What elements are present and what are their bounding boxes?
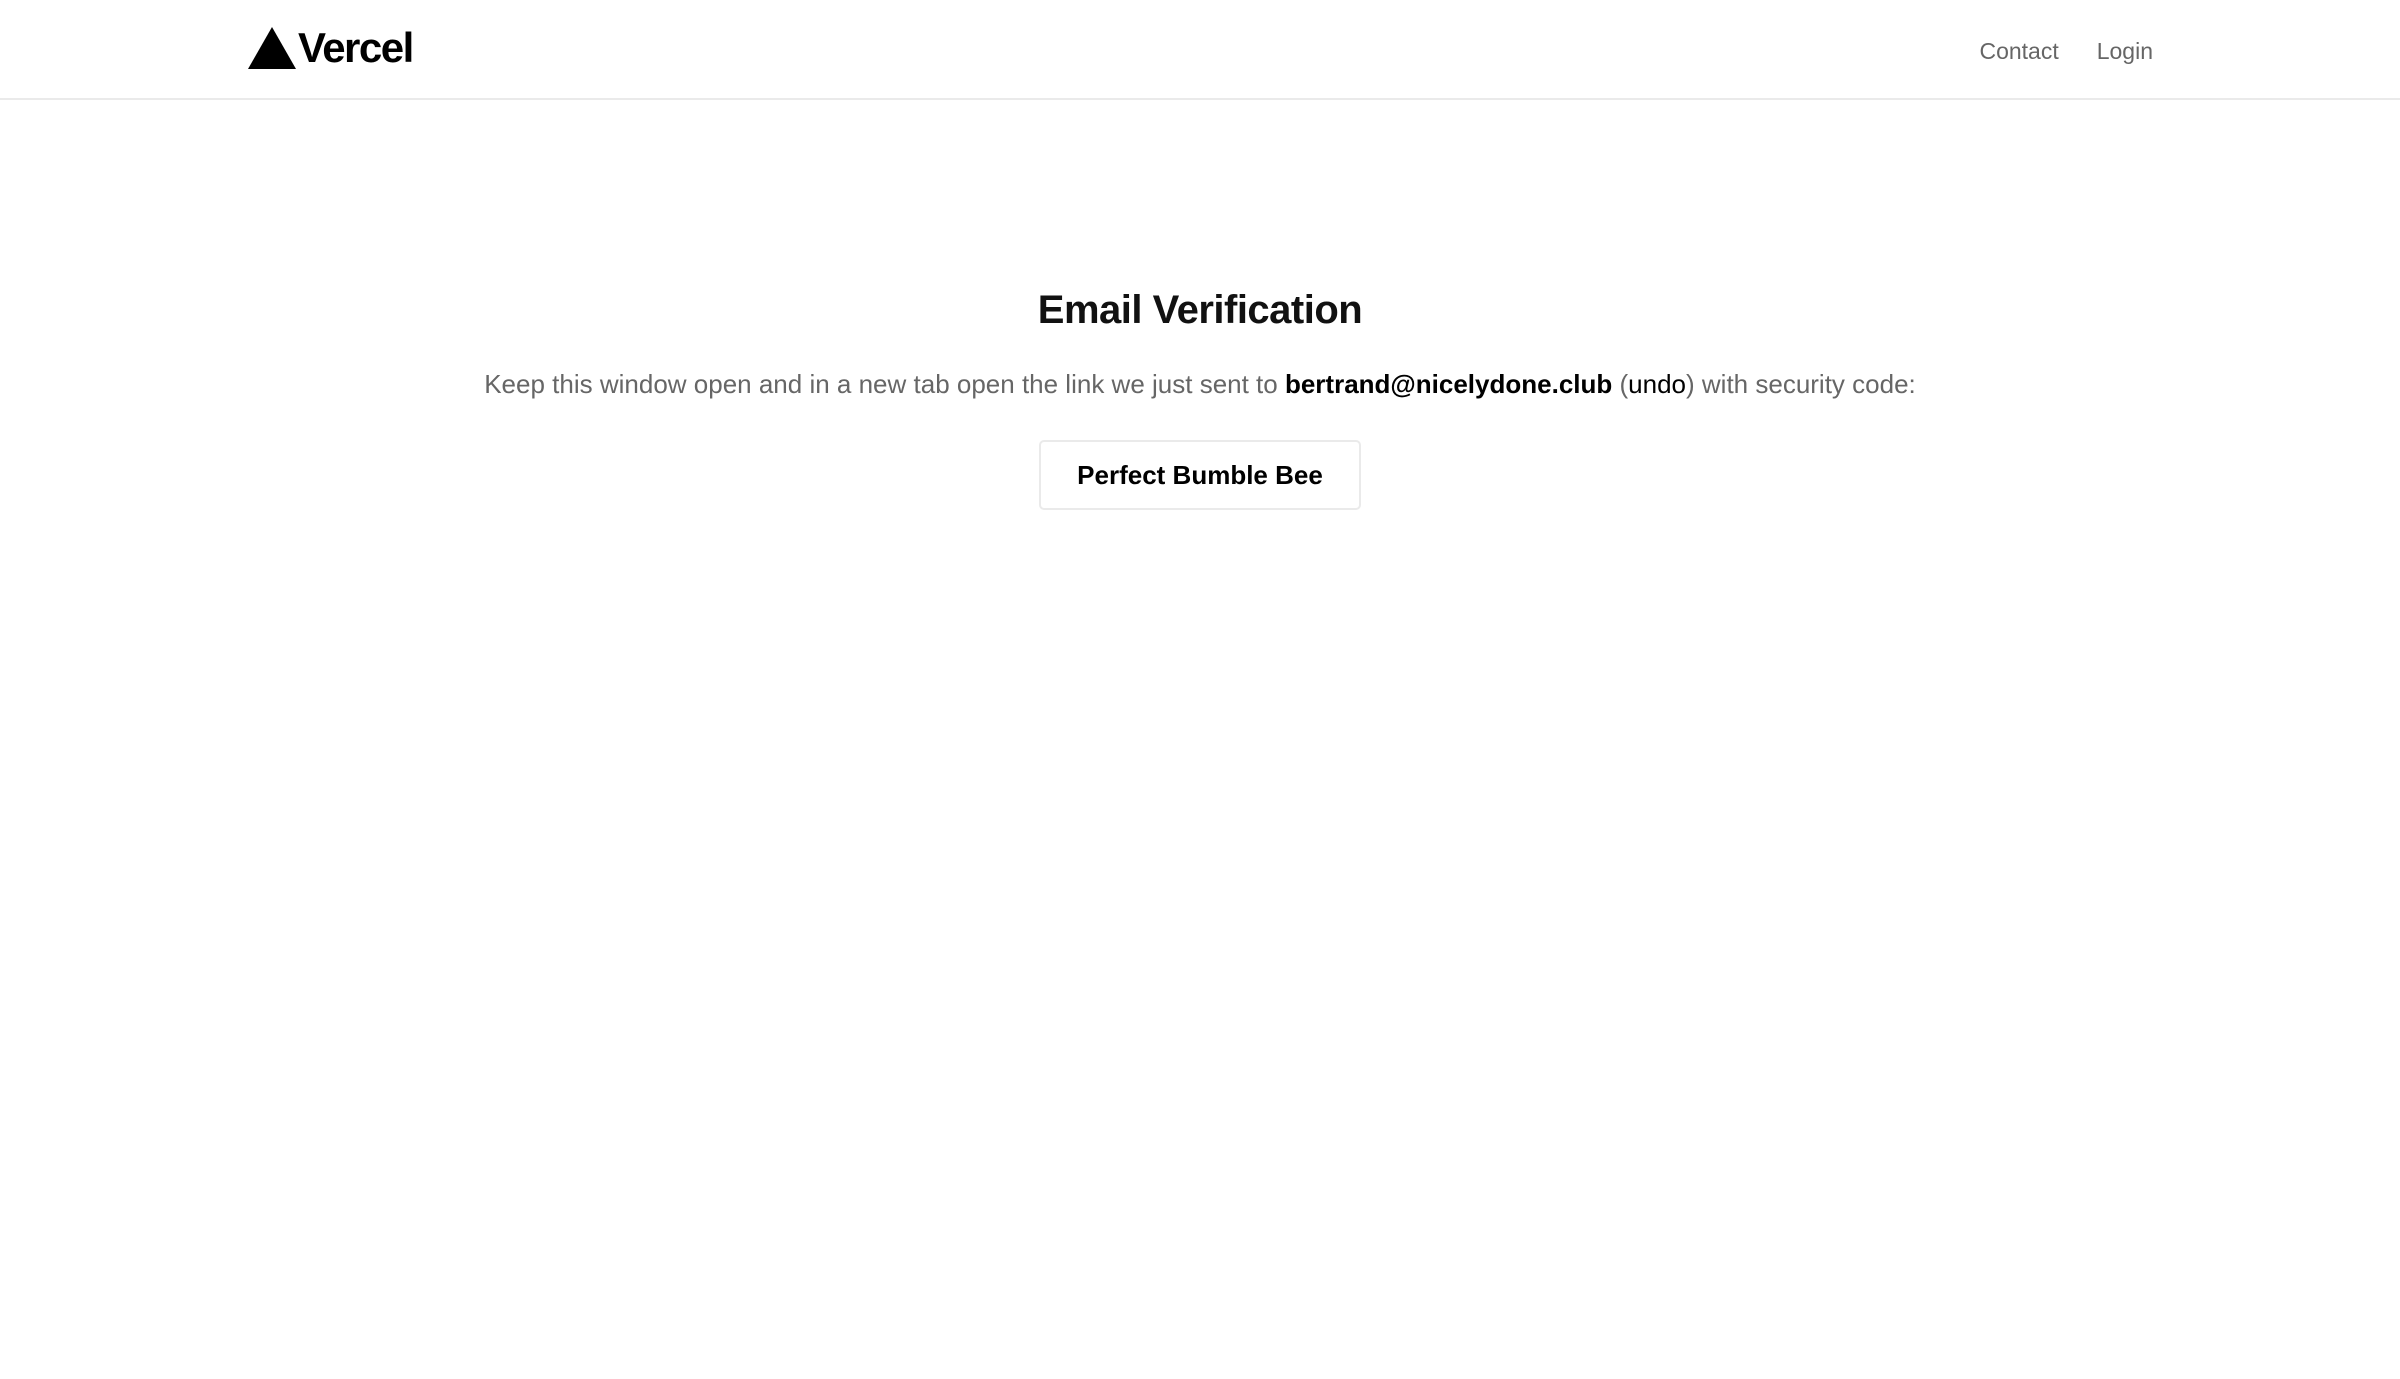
security-code-box: Perfect Bumble Bee xyxy=(1039,440,1361,510)
message-tail: ) with security code: xyxy=(1686,369,1916,399)
paren-open: ( xyxy=(1612,369,1629,399)
verification-panel: Email Verification Keep this window open… xyxy=(0,100,2400,510)
email-address: bertrand@nicelydone.club xyxy=(1284,369,1613,399)
top-navbar: Vercel Contact Login xyxy=(0,0,2400,100)
triangle-logo-icon xyxy=(248,27,296,69)
login-link[interactable]: Login xyxy=(2097,36,2153,66)
contact-link[interactable]: Contact xyxy=(1979,36,2058,66)
verification-message: Keep this window open and in a new tab o… xyxy=(0,366,2400,402)
vercel-logo-link[interactable]: Vercel xyxy=(248,24,414,71)
message-text: Keep this window open and in a new tab o… xyxy=(484,369,1285,399)
security-code: Perfect Bumble Bee xyxy=(1077,460,1323,490)
header-nav: Contact Login xyxy=(1979,36,2153,66)
undo-link[interactable]: undo xyxy=(1628,369,1686,399)
page-title: Email Verification xyxy=(1037,288,1363,332)
logo-wordmark: Vercel xyxy=(298,24,414,71)
